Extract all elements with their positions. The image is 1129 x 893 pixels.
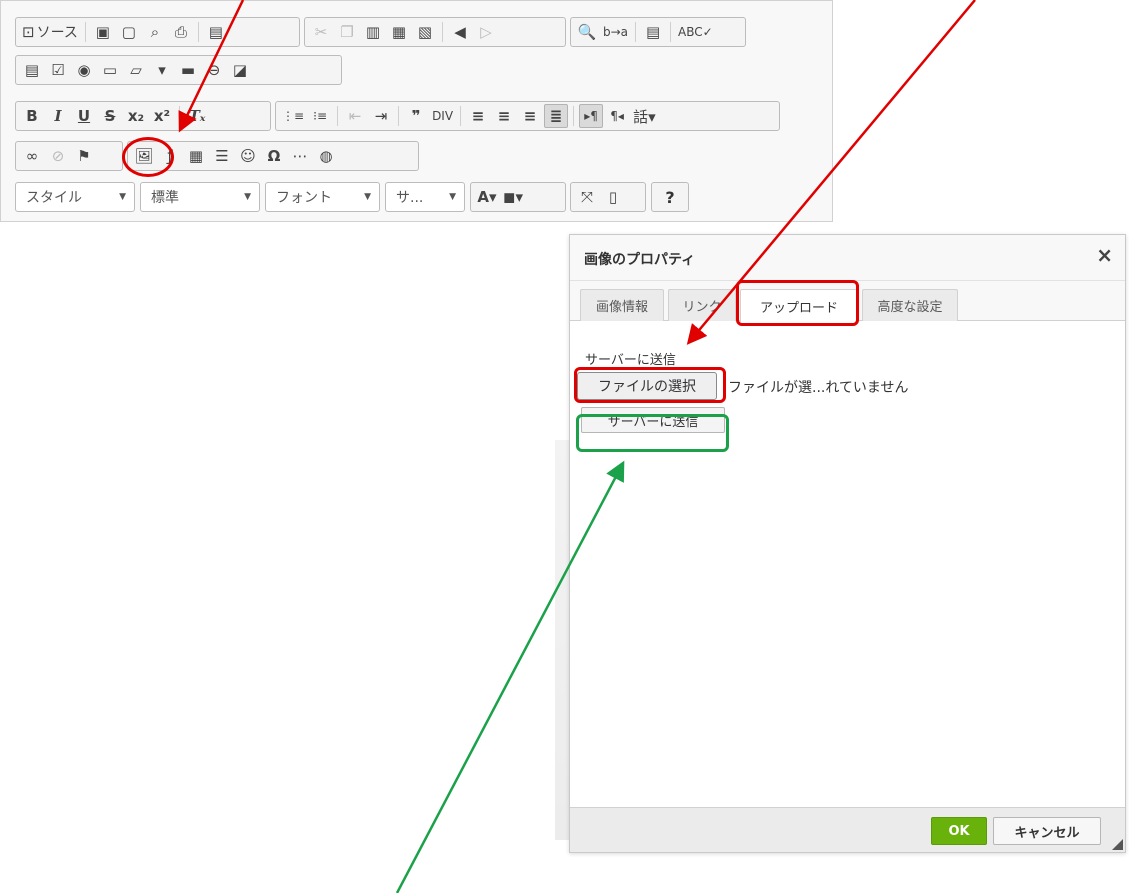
annotation-arrows [178, 0, 976, 893]
arrow-to-choose-file [686, 0, 976, 345]
arrow-to-image-button [178, 0, 245, 133]
arrow-to-send-button [395, 460, 625, 893]
